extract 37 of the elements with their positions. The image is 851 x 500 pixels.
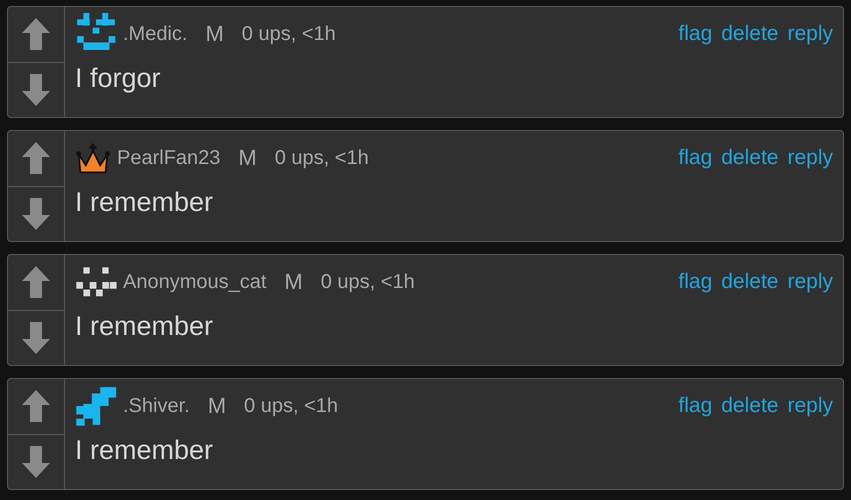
action-link[interactable]: flag [678,270,712,294]
comment-text: I remember [75,311,214,342]
username[interactable]: .Shiver. [123,394,190,418]
down-arrow-icon [21,444,51,479]
up-arrow-icon [21,265,51,300]
down-arrow-icon [21,196,51,231]
action-link[interactable]: reply [787,394,833,418]
vote-time-text: 0 ups, <1h [242,22,336,46]
up-arrow-icon [21,17,51,52]
action-link[interactable]: delete [721,146,778,170]
gender-label: M [208,393,226,419]
up-arrow-icon [21,141,51,176]
comment-text: I remember [75,187,214,218]
vote-time-text: 0 ups, <1h [320,270,415,294]
up-arrow-icon [21,389,51,424]
action-link[interactable]: delete [721,22,778,46]
action-link[interactable]: delete [721,270,778,294]
comment-text: I forgor [75,63,162,94]
username[interactable]: Anonymous_cat [123,270,266,294]
down-arrow-icon [21,72,51,107]
down-arrow-icon [21,320,51,355]
gender-label: M [205,21,224,47]
action-link[interactable]: delete [721,394,778,418]
username[interactable]: PearlFan23 [117,146,220,170]
action-link[interactable]: reply [787,22,833,46]
gender-label: M [284,269,303,295]
action-link[interactable]: reply [787,270,833,294]
vote-time-text: 0 ups, <1h [274,146,369,170]
username[interactable]: .Medic. [123,22,188,46]
comment-text: I remember [75,435,214,466]
action-link[interactable]: flag [678,22,712,46]
gender-label: M [238,145,257,171]
pixel-stairs-icon [75,385,117,427]
action-link[interactable]: flag [678,394,712,418]
vote-time-text: 0 ups, <1h [244,394,338,418]
action-link[interactable]: reply [787,146,833,170]
action-link[interactable]: flag [678,146,712,170]
